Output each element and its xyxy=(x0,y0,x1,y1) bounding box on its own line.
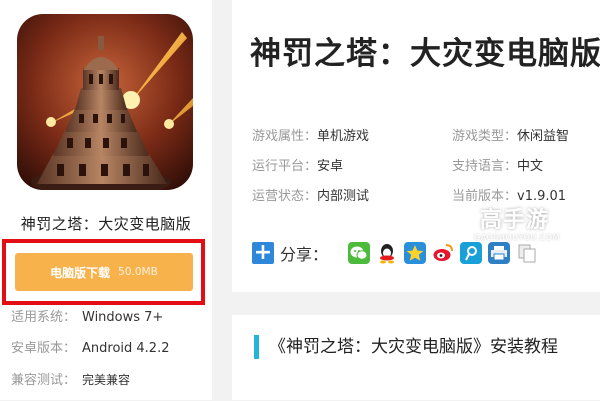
info-attribute: 游戏属性：单机游戏 xyxy=(252,127,369,147)
section-accent-bar xyxy=(254,335,259,359)
meta-row-compat: 兼容测试： 完美兼容 xyxy=(11,370,169,401)
app-name: 神罚之塔：大灾变电脑版 xyxy=(20,215,192,233)
info-key: 游戏属性： xyxy=(252,129,318,144)
app-sidebar-card: 神罚之塔：大灾变电脑版 电脑版下载 50.0MB 适用系统： Windows 7+… xyxy=(0,0,212,400)
wechat-icon[interactable] xyxy=(348,242,371,264)
meta-row-system: 适用系统： Windows 7+ xyxy=(11,308,169,339)
download-label: 电脑版下载 xyxy=(50,265,111,280)
info-value: 单机游戏 xyxy=(317,129,370,144)
pc-download-button[interactable]: 电脑版下载 50.0MB xyxy=(15,253,193,291)
share-more-icon[interactable]: + xyxy=(252,242,274,264)
info-key: 运营状态： xyxy=(252,189,318,204)
download-size: 50.0MB xyxy=(118,266,158,278)
section-title: 《神罚之塔：大灾变电脑版》安装教程 xyxy=(269,337,558,357)
gaoshouyou-logo-icon xyxy=(446,204,475,233)
meta-key: 安卓版本： xyxy=(11,341,77,356)
share-label: 分享： xyxy=(280,245,329,264)
page-title: 神罚之塔：大灾变电脑版 xyxy=(250,36,600,72)
qzone-icon[interactable] xyxy=(404,242,427,264)
meta-value: 完美兼容 xyxy=(82,373,131,387)
info-value: 休闲益智 xyxy=(517,129,570,144)
info-platform: 运行平台：安卓 xyxy=(252,157,343,177)
meta-value: Android 4.2.2 xyxy=(82,341,170,356)
watermark-text: 高手游 xyxy=(480,208,550,233)
info-language: 支持语言：中文 xyxy=(452,157,543,177)
tower-game-icon[interactable] xyxy=(17,14,193,190)
install-tutorial-card: 《神罚之塔：大灾变电脑版》安装教程 xyxy=(232,315,600,400)
info-key: 游戏类型： xyxy=(452,129,518,144)
qq-icon[interactable] xyxy=(376,242,398,264)
meta-value: Windows 7+ xyxy=(82,310,164,325)
info-value: 内部测试 xyxy=(317,189,370,204)
app-meta-list: 适用系统： Windows 7+ 安卓版本： Android 4.2.2 兼容测试：… xyxy=(11,308,169,401)
download-highlight-frame: 电脑版下载 50.0MB xyxy=(2,239,205,305)
meta-row-android: 安卓版本： Android 4.2.2 xyxy=(11,339,169,370)
meta-key: 兼容测试： xyxy=(11,373,77,388)
info-type: 游戏类型：休闲益智 xyxy=(452,127,569,147)
info-status: 运营状态：内部测试 xyxy=(252,187,369,207)
info-key: 支持语言： xyxy=(452,159,518,174)
watermark-url: GAOSHOUYOU.COM xyxy=(474,233,561,242)
watermark: 高手游 GAOSHOUYOU.COM xyxy=(444,203,594,253)
info-key: 运行平台： xyxy=(252,159,318,174)
info-value: 安卓 xyxy=(317,159,344,174)
meta-key: 适用系统： xyxy=(11,310,77,325)
info-value: 中文 xyxy=(517,159,544,174)
